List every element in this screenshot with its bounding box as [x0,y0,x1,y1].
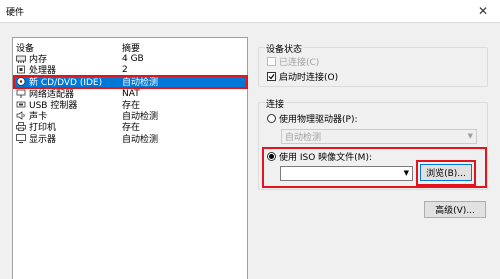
physical-drive-radio[interactable] [267,114,276,123]
chevron-down-icon: ▼ [403,169,409,177]
iso-image-radio[interactable] [267,152,276,161]
connect-on-power-on-label: 启动时连接(O) [279,73,339,83]
cpu-icon [16,65,26,74]
browse-button[interactable]: 浏览(B)... [420,164,472,181]
connect-on-power-on-row[interactable]: 启动时连接(O) [267,70,338,83]
device-row-display[interactable]: 显示器 自动检测 [14,133,246,145]
connect-on-power-on-checkbox[interactable] [267,72,276,81]
printer-icon [16,122,26,131]
device-row-cd-dvd[interactable]: 新 CD/DVD (IDE) 自动检测 [14,76,246,88]
connection-title: 连接 [265,97,286,110]
cd-dvd-icon [16,77,26,86]
connected-checkbox[interactable] [267,57,276,66]
device-row-printer[interactable]: 打印机 存在 [14,121,246,133]
device-summary: NAT [122,88,140,99]
memory-icon [16,54,26,63]
advanced-label: 高级(V)... [435,206,475,216]
network-adapter-icon [16,89,26,98]
physical-drive-radio-row[interactable]: 使用物理驱动器(P): [267,112,357,125]
usb-icon [16,100,26,109]
device-summary: 2 [122,64,128,75]
connected-checkbox-row[interactable]: 已连接(C) [267,55,319,68]
device-list[interactable]: 设备 摘要 内存 4 GB 处理器 2 新 CD/DVD (IDE) 自动检测 [12,37,248,279]
device-name: 显示器 [29,135,57,145]
window-title: 硬件 [6,8,25,18]
device-status-title: 设备状态 [265,42,304,55]
display-icon [16,134,26,143]
connected-label: 已连接(C) [279,58,320,68]
device-row-processor[interactable]: 处理器 2 [14,64,246,76]
physical-drive-dropdown[interactable]: 自动检测 ▼ [281,129,477,144]
close-button[interactable]: ✕ [466,0,500,22]
device-summary: 4 GB [122,53,144,64]
advanced-button[interactable]: 高级(V)... [424,201,486,218]
device-status-group: 设备状态 已连接(C) 启动时连接(O) [258,42,488,87]
iso-image-label: 使用 ISO 映像文件(M): [279,153,372,163]
device-summary: 自动检测 [122,135,159,145]
iso-image-radio-row[interactable]: 使用 ISO 映像文件(M): [267,150,372,163]
physical-drive-value: 自动检测 [285,133,322,143]
sound-card-icon [16,111,26,120]
browse-label: 浏览(B)... [426,169,466,179]
iso-path-combobox[interactable]: ▼ [280,166,413,181]
physical-drive-label: 使用物理驱动器(P): [279,115,358,125]
dialog-client: 设备 摘要 内存 4 GB 处理器 2 新 CD/DVD (IDE) 自动检测 [0,22,500,279]
close-icon: ✕ [477,4,489,18]
chevron-down-icon: ▼ [467,132,473,140]
title-bar: 硬件 ✕ [0,0,500,22]
